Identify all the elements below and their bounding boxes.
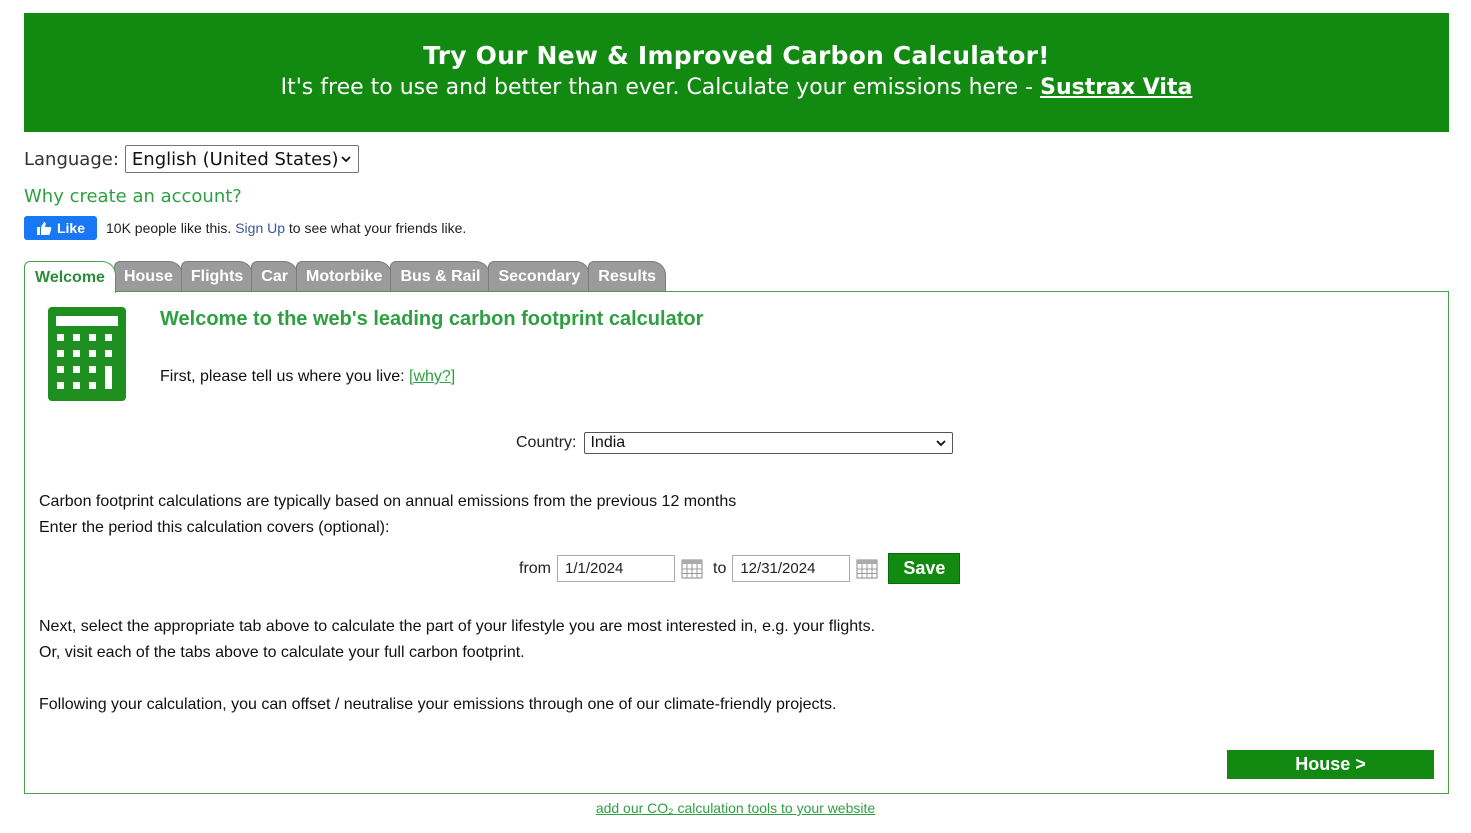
period-prompt-text: Enter the period this calculation covers… — [39, 519, 390, 536]
from-label: from — [519, 559, 551, 577]
language-dropdown[interactable]: English (United States) — [124, 145, 359, 173]
calculator-tabs: Welcome House Flights Car Motorbike Bus … — [24, 261, 667, 293]
like-suffix: to see what your friends like. — [288, 220, 467, 236]
location-prompt-text: First, please tell us where you live: — [160, 368, 409, 385]
next-instructions-text: Next, select the appropriate tab above t… — [39, 618, 876, 635]
tab-secondary[interactable]: Secondary — [488, 261, 591, 292]
footer: add our CO₂ calculation tools to your we… — [0, 800, 1471, 816]
calculator-icon — [48, 307, 126, 401]
tab-results[interactable]: Results — [588, 261, 667, 292]
like-count-text: 10K people like this. — [106, 220, 232, 236]
promo-banner: Try Our New & Improved Carbon Calculator… — [24, 13, 1449, 132]
country-selector: Country: India — [516, 432, 954, 454]
to-label: to — [713, 559, 727, 577]
language-selector: Language: English (United States) — [24, 145, 359, 173]
tab-bus-rail[interactable]: Bus & Rail — [390, 261, 491, 292]
facebook-like-widget: Like 10K people like this. Sign Up to se… — [24, 216, 466, 240]
why-create-account-link[interactable]: Why create an account? — [24, 186, 242, 207]
sustrax-vita-link[interactable]: Sustrax Vita — [1040, 75, 1192, 100]
banner-title: Try Our New & Improved Carbon Calculator… — [423, 41, 1050, 70]
save-button[interactable]: Save — [888, 553, 961, 584]
why-link[interactable]: [why?] — [409, 368, 455, 385]
chevron-down-icon — [936, 440, 947, 447]
visit-tabs-text: Or, visit each of the tabs above to calc… — [39, 644, 525, 661]
facebook-signup-link[interactable]: Sign Up — [235, 220, 285, 236]
thumbs-up-icon — [36, 221, 52, 235]
country-label: Country: — [516, 434, 577, 451]
to-date-input[interactable] — [732, 555, 851, 582]
facebook-like-button[interactable]: Like — [24, 216, 97, 240]
offset-text: Following your calculation, you can offs… — [39, 696, 837, 713]
chevron-down-icon — [341, 156, 351, 163]
tab-motorbike[interactable]: Motorbike — [295, 261, 393, 292]
banner-subtitle: It's free to use and better than ever. C… — [24, 75, 1449, 100]
like-label: Like — [56, 220, 85, 236]
calendar-icon[interactable] — [681, 559, 703, 579]
calendar-icon[interactable] — [856, 559, 878, 579]
country-dropdown[interactable]: India — [584, 432, 954, 454]
tab-car[interactable]: Car — [251, 261, 298, 292]
like-count: 10K people like this. Sign Up to see wha… — [106, 220, 466, 236]
tab-flights[interactable]: Flights — [180, 261, 254, 292]
country-selected: India — [590, 434, 626, 451]
add-tools-link[interactable]: add our CO₂ calculation tools to your we… — [596, 800, 875, 816]
welcome-headline: Welcome to the web's leading carbon foot… — [160, 308, 704, 330]
house-next-button[interactable]: House > — [1227, 750, 1434, 779]
tab-house[interactable]: House — [113, 261, 183, 292]
date-range: from to Save — [519, 553, 961, 584]
annual-emissions-text: Carbon footprint calculations are typica… — [39, 493, 737, 510]
welcome-panel: Welcome to the web's leading carbon foot… — [24, 291, 1449, 794]
language-selected: English (United States) — [131, 148, 339, 170]
from-date-input[interactable] — [557, 555, 675, 582]
location-prompt: First, please tell us where you live: [w… — [160, 368, 455, 386]
language-label: Language: — [24, 148, 119, 170]
tab-welcome[interactable]: Welcome — [24, 261, 116, 293]
banner-subtitle-text: It's free to use and better than ever. C… — [280, 75, 1041, 100]
